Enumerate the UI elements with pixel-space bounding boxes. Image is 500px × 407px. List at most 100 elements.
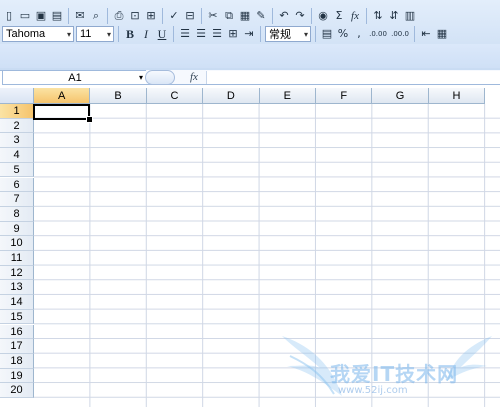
hyperlink-icon[interactable]: ◉: [316, 9, 330, 23]
row-header[interactable]: 8: [0, 206, 34, 222]
row-header[interactable]: 4: [0, 148, 34, 163]
chart-wizard-icon[interactable]: ▥: [403, 9, 417, 23]
row-header[interactable]: 17: [0, 339, 34, 354]
font-size-value: 11: [80, 28, 92, 40]
row-header[interactable]: 16: [0, 324, 34, 340]
research-icon[interactable]: ⊞: [144, 9, 158, 23]
toolbar-separator: [107, 8, 108, 24]
email-icon[interactable]: ✉: [73, 9, 87, 23]
toolbar-area: ▯ ▭ ▣ ▤ ✉ ⌕ ⎙ ⊡ ⊞ ✓ ⊟ ✂ ⧉ ▦ ✎ ↶ ↷ ◉ Σ fx…: [0, 0, 500, 71]
column-header[interactable]: C: [146, 88, 204, 104]
paste-icon[interactable]: ▦: [238, 9, 252, 23]
watermark-text: 我爱IT技术网: [330, 362, 459, 386]
row-header[interactable]: 7: [0, 192, 34, 207]
redo-icon[interactable]: ↷: [293, 9, 307, 23]
print-icon[interactable]: ⎙: [112, 9, 126, 23]
merge-center-icon[interactable]: ⊞: [226, 27, 240, 41]
insert-function-icon[interactable]: fx: [190, 70, 198, 85]
sort-ascending-icon[interactable]: ⇅: [371, 9, 385, 23]
cut-icon[interactable]: ✂: [206, 9, 220, 23]
insert-function-button[interactable]: fx: [348, 9, 362, 23]
row-header[interactable]: 10: [0, 236, 34, 251]
research-book-icon[interactable]: ⊟: [183, 9, 197, 23]
row-header[interactable]: 19: [0, 368, 34, 384]
spelling-icon[interactable]: ✓: [167, 9, 181, 23]
toolbar-separator: [315, 26, 316, 42]
format-painter-icon[interactable]: ✎: [254, 9, 268, 23]
toolbar-spacer: [0, 44, 500, 68]
chevron-down-icon[interactable]: ▾: [139, 73, 143, 82]
column-header[interactable]: B: [90, 88, 147, 104]
standard-toolbar: ▯ ▭ ▣ ▤ ✉ ⌕ ⎙ ⊡ ⊞ ✓ ⊟ ✂ ⧉ ▦ ✎ ↶ ↷ ◉ Σ fx…: [0, 6, 500, 26]
currency-icon[interactable]: ▤: [320, 27, 334, 41]
align-left-icon[interactable]: ☰: [178, 27, 192, 41]
indent-icon[interactable]: ⇥: [242, 27, 256, 41]
increase-decimal-button[interactable]: .0.00: [368, 27, 388, 41]
row-header[interactable]: 20: [0, 383, 34, 398]
column-header[interactable]: A: [34, 88, 91, 104]
column-header[interactable]: G: [372, 88, 429, 104]
name-box-value: A1: [68, 71, 82, 84]
new-file-icon[interactable]: ▯: [2, 9, 16, 23]
bold-button[interactable]: B: [123, 27, 137, 41]
name-box[interactable]: A1 ▾: [2, 70, 148, 85]
fill-handle[interactable]: [86, 116, 93, 123]
chevron-down-icon: ▾: [66, 29, 71, 39]
toolbar-separator: [162, 8, 163, 24]
toolbar-separator: [68, 8, 69, 24]
row-header[interactable]: 6: [0, 177, 34, 193]
toolbar-separator: [272, 8, 273, 24]
toolbar-separator: [414, 26, 415, 42]
row-header[interactable]: 9: [0, 221, 34, 237]
save-icon[interactable]: ▣: [34, 9, 48, 23]
decrease-decimal-button[interactable]: .00.0: [390, 27, 410, 41]
copy-icon[interactable]: ⧉: [222, 9, 236, 23]
row-header[interactable]: 18: [0, 353, 34, 369]
underline-button[interactable]: U: [155, 27, 169, 41]
percent-button[interactable]: %: [336, 27, 350, 41]
chevron-down-icon: ▾: [303, 29, 308, 39]
font-name-select[interactable]: Tahoma ▾: [2, 26, 74, 42]
row-header[interactable]: 3: [0, 133, 34, 149]
row-header[interactable]: 15: [0, 309, 34, 325]
comma-style-button[interactable]: ,: [352, 27, 366, 41]
formula-bar-resize-handle[interactable]: [145, 70, 175, 85]
number-format-value: 常规: [269, 29, 291, 41]
undo-icon[interactable]: ↶: [277, 9, 291, 23]
column-header[interactable]: E: [259, 88, 316, 104]
search-icon[interactable]: ⌕: [89, 9, 103, 23]
borders-icon[interactable]: ▦: [435, 27, 449, 41]
align-center-icon[interactable]: ☰: [194, 27, 208, 41]
chevron-down-icon: ▾: [106, 29, 111, 39]
toolbar-separator: [311, 8, 312, 24]
row-header[interactable]: 11: [0, 251, 34, 266]
row-header[interactable]: 5: [0, 162, 34, 178]
row-header[interactable]: 2: [0, 118, 34, 134]
font-name-value: Tahoma: [6, 28, 46, 40]
column-header[interactable]: D: [203, 88, 260, 104]
permission-icon[interactable]: ▤: [50, 9, 64, 23]
toolbar-separator: [201, 8, 202, 24]
column-header[interactable]: H: [428, 88, 486, 104]
row-header[interactable]: 1: [0, 104, 34, 119]
row-header[interactable]: 12: [0, 265, 34, 281]
open-file-icon[interactable]: ▭: [18, 9, 32, 23]
active-cell-a1[interactable]: [33, 104, 90, 120]
font-size-select[interactable]: 11 ▾: [76, 26, 114, 42]
row-header[interactable]: 13: [0, 280, 34, 296]
toolbar-separator: [366, 8, 367, 24]
row-header[interactable]: 14: [0, 295, 34, 310]
print-preview-icon[interactable]: ⊡: [128, 9, 142, 23]
select-all-corner[interactable]: [0, 88, 34, 104]
toolbar-separator: [118, 26, 119, 42]
decrease-indent-icon[interactable]: ⇤: [419, 27, 433, 41]
sort-descending-icon[interactable]: ⇵: [387, 9, 401, 23]
align-right-icon[interactable]: ☰: [210, 27, 224, 41]
number-format-select[interactable]: 常规 ▾: [265, 26, 311, 42]
toolbar-separator: [260, 26, 261, 42]
formula-input[interactable]: [206, 71, 500, 84]
autosum-button[interactable]: Σ: [332, 9, 346, 23]
column-header[interactable]: F: [316, 88, 373, 104]
formatting-toolbar: Tahoma ▾ 11 ▾ B I U ☰ ☰ ☰ ⊞ ⇥ 常规 ▾ ▤ % ,…: [0, 24, 500, 44]
italic-button[interactable]: I: [139, 27, 153, 41]
